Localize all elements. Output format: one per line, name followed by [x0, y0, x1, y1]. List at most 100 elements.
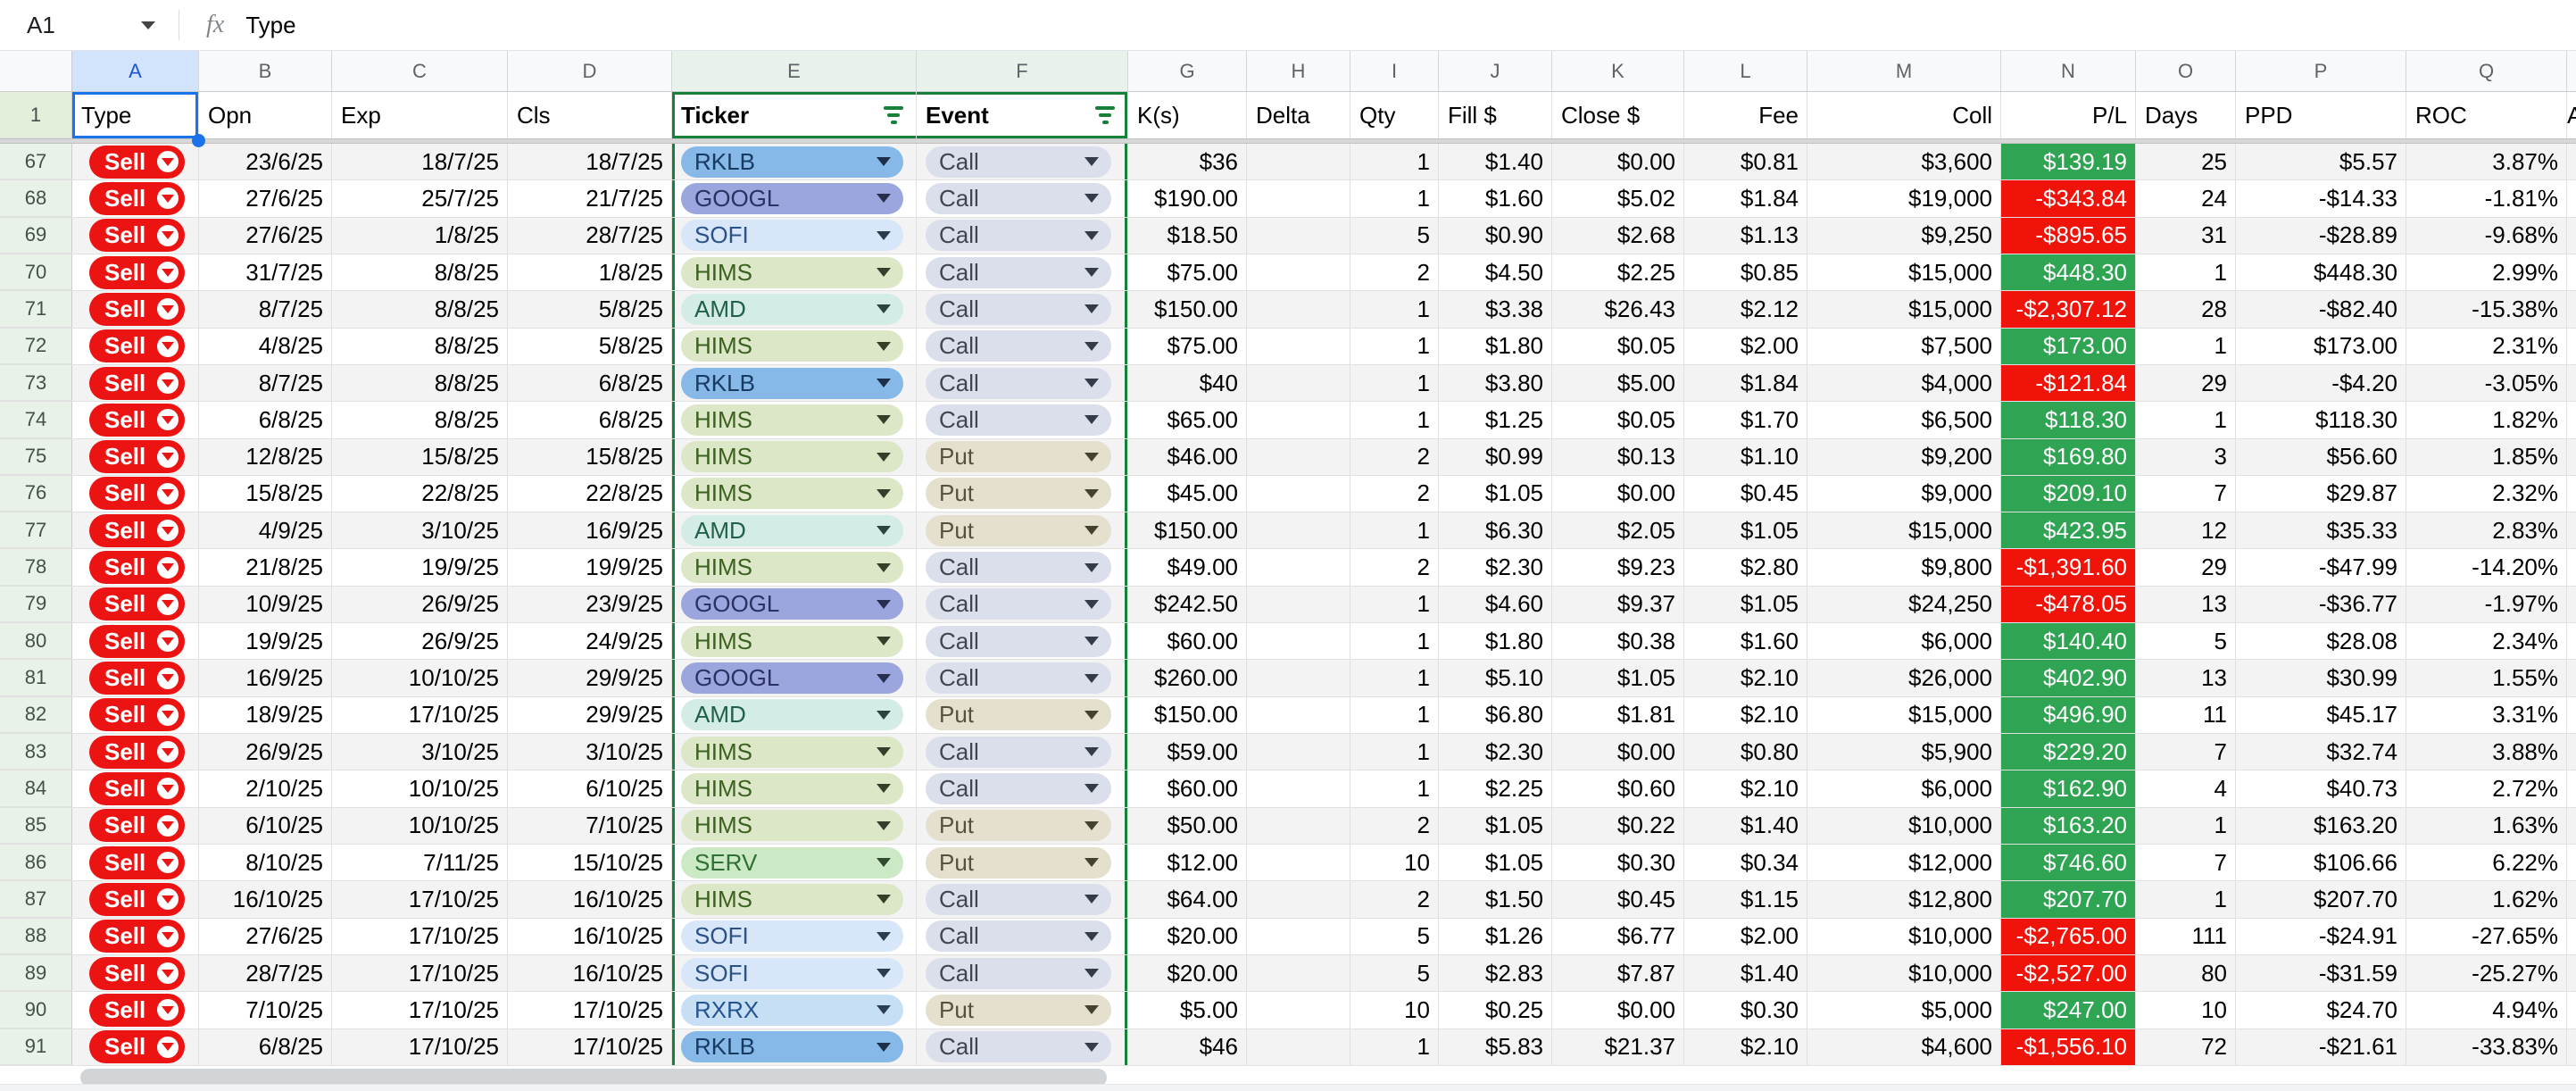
cell-Q69[interactable]: -9.68%: [2406, 218, 2567, 254]
cell-E72[interactable]: HIMS: [672, 329, 917, 364]
cell-L81[interactable]: $2.10: [1684, 660, 1807, 695]
name-box[interactable]: A1: [0, 0, 179, 50]
cell-C90[interactable]: 17/10/25: [332, 992, 508, 1028]
event-dropdown-chip[interactable]: Put: [926, 847, 1111, 879]
cell-E75[interactable]: HIMS: [672, 439, 917, 475]
column-header-K[interactable]: K: [1552, 51, 1684, 91]
cell-K82[interactable]: $1.81: [1552, 697, 1684, 733]
event-dropdown-chip[interactable]: Call: [926, 884, 1111, 915]
cell-I83[interactable]: 1: [1350, 734, 1439, 770]
event-dropdown-chip[interactable]: Call: [926, 294, 1111, 325]
cell-K75[interactable]: $0.13: [1552, 439, 1684, 475]
cell-J1[interactable]: Fill $: [1439, 92, 1552, 138]
cell-J77[interactable]: $6.30: [1439, 512, 1552, 548]
cell-L74[interactable]: $1.70: [1684, 402, 1807, 437]
event-dropdown-chip[interactable]: Call: [926, 404, 1111, 436]
cell-J89[interactable]: $2.83: [1439, 955, 1552, 991]
cell-N80[interactable]: $140.40: [2001, 623, 2136, 659]
cell-P86[interactable]: $106.66: [2236, 845, 2406, 880]
cell-A71[interactable]: Sell: [72, 291, 199, 327]
cell-N68[interactable]: -$343.84: [2001, 180, 2136, 216]
cell-D88[interactable]: 16/10/25: [508, 919, 672, 954]
cell-H72[interactable]: [1247, 329, 1350, 364]
ticker-dropdown-chip[interactable]: RXRX: [681, 995, 903, 1026]
event-dropdown-chip[interactable]: Call: [926, 330, 1111, 362]
cell-K78[interactable]: $9.23: [1552, 549, 1684, 585]
cell-A69[interactable]: Sell: [72, 218, 199, 254]
cell-K86[interactable]: $0.30: [1552, 845, 1684, 880]
cell-O72[interactable]: 1: [2136, 329, 2236, 364]
cell-I89[interactable]: 5: [1350, 955, 1439, 991]
cell-J71[interactable]: $3.38: [1439, 291, 1552, 327]
cell-Q70[interactable]: 2.99%: [2406, 254, 2567, 290]
cell-J80[interactable]: $1.80: [1439, 623, 1552, 659]
cell-A89[interactable]: Sell: [72, 955, 199, 991]
cell-N90[interactable]: $247.00: [2001, 992, 2136, 1028]
cell-F91[interactable]: Call: [917, 1029, 1128, 1065]
cell-P76[interactable]: $29.87: [2236, 476, 2406, 512]
ticker-dropdown-chip[interactable]: RKLB: [681, 146, 903, 178]
cell-H67[interactable]: [1247, 144, 1350, 179]
cell-C1[interactable]: Exp: [332, 92, 508, 138]
cell-P67[interactable]: $5.57: [2236, 144, 2406, 179]
cell-J82[interactable]: $6.80: [1439, 697, 1552, 733]
ticker-dropdown-chip[interactable]: RKLB: [681, 368, 903, 399]
row-header-91[interactable]: 91: [0, 1029, 72, 1065]
ticker-dropdown-chip[interactable]: HIMS: [681, 404, 903, 436]
cell-C85[interactable]: 10/10/25: [332, 808, 508, 844]
cell-J69[interactable]: $0.90: [1439, 218, 1552, 254]
cell-B78[interactable]: 21/8/25: [199, 549, 332, 585]
cell-L1[interactable]: Fee: [1684, 92, 1807, 138]
cell-L67[interactable]: $0.81: [1684, 144, 1807, 179]
cell-E73[interactable]: RKLB: [672, 365, 917, 401]
cell-J74[interactable]: $1.25: [1439, 402, 1552, 437]
cell-D71[interactable]: 5/8/25: [508, 291, 672, 327]
cell-C67[interactable]: 18/7/25: [332, 144, 508, 179]
cell-O71[interactable]: 28: [2136, 291, 2236, 327]
cell-H74[interactable]: [1247, 402, 1350, 437]
row-header-74[interactable]: 74: [0, 402, 72, 437]
cell-M89[interactable]: $10,000: [1807, 955, 2001, 991]
cell-O85[interactable]: 1: [2136, 808, 2236, 844]
cell-G88[interactable]: $20.00: [1128, 919, 1247, 954]
column-header-M[interactable]: M: [1807, 51, 2001, 91]
cell-P90[interactable]: $24.70: [2236, 992, 2406, 1028]
ticker-dropdown-chip[interactable]: GOOGL: [681, 662, 903, 694]
cell-D87[interactable]: 16/10/25: [508, 881, 672, 917]
cell-C86[interactable]: 7/11/25: [332, 845, 508, 880]
ticker-dropdown-chip[interactable]: HIMS: [681, 737, 903, 768]
cell-G75[interactable]: $46.00: [1128, 439, 1247, 475]
cell-E86[interactable]: SERV: [672, 845, 917, 880]
cell-M79[interactable]: $24,250: [1807, 587, 2001, 622]
cell-K79[interactable]: $9.37: [1552, 587, 1684, 622]
type-dropdown-chip[interactable]: Sell: [89, 587, 185, 620]
cell-P83[interactable]: $32.74: [2236, 734, 2406, 770]
name-box-dropdown-icon[interactable]: [141, 21, 155, 29]
cell-D90[interactable]: 17/10/25: [508, 992, 672, 1028]
cell-K85[interactable]: $0.22: [1552, 808, 1684, 844]
event-dropdown-chip[interactable]: Put: [926, 515, 1111, 546]
type-dropdown-chip[interactable]: Sell: [89, 809, 185, 842]
cell-J79[interactable]: $4.60: [1439, 587, 1552, 622]
cell-G87[interactable]: $64.00: [1128, 881, 1247, 917]
cell-L86[interactable]: $0.34: [1684, 845, 1807, 880]
row-header-89[interactable]: 89: [0, 955, 72, 991]
cell-F90[interactable]: Put: [917, 992, 1128, 1028]
cell-H68[interactable]: [1247, 180, 1350, 216]
cell-H76[interactable]: [1247, 476, 1350, 512]
cell-B72[interactable]: 4/8/25: [199, 329, 332, 364]
cell-E88[interactable]: SOFI: [672, 919, 917, 954]
cell-M86[interactable]: $12,000: [1807, 845, 2001, 880]
type-dropdown-chip[interactable]: Sell: [89, 551, 185, 584]
cell-N84[interactable]: $162.90: [2001, 770, 2136, 806]
cell-G80[interactable]: $60.00: [1128, 623, 1247, 659]
row-header-75[interactable]: 75: [0, 439, 72, 475]
cell-N87[interactable]: $207.70: [2001, 881, 2136, 917]
row-header-82[interactable]: 82: [0, 697, 72, 733]
cell-G84[interactable]: $60.00: [1128, 770, 1247, 806]
cell-L85[interactable]: $1.40: [1684, 808, 1807, 844]
cell-F88[interactable]: Call: [917, 919, 1128, 954]
cell-D77[interactable]: 16/9/25: [508, 512, 672, 548]
cell-E84[interactable]: HIMS: [672, 770, 917, 806]
cell-B79[interactable]: 10/9/25: [199, 587, 332, 622]
